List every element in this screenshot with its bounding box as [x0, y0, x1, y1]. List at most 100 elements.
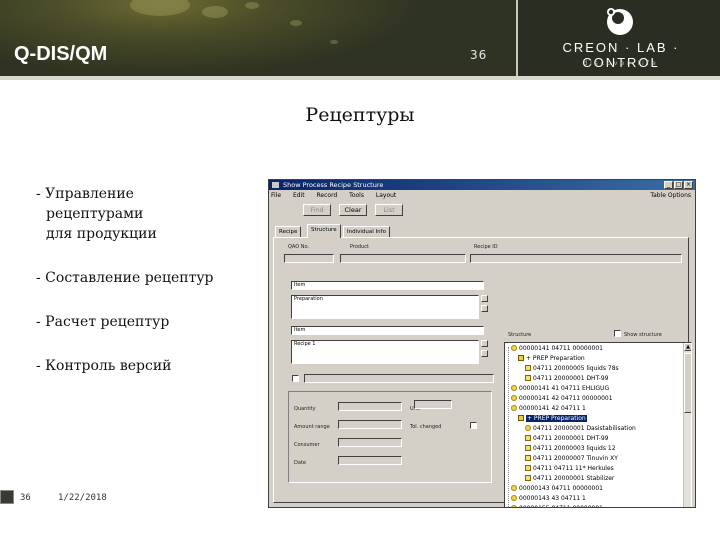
qao-no-label: QAO No.: [288, 244, 310, 250]
quantity-label: Quantity: [294, 406, 316, 412]
tree-row[interactable]: + PREP Preparation: [518, 414, 587, 424]
menu-table-options[interactable]: Table Options: [650, 192, 691, 199]
decor-drop: [130, 0, 190, 16]
tree-row[interactable]: 00000141 04711 00000001: [511, 344, 603, 354]
mat-node-icon: [525, 445, 531, 451]
maximize-button[interactable]: □: [674, 181, 683, 189]
slide-title: Рецептуры: [305, 104, 415, 126]
prep-node-icon: [518, 415, 524, 421]
tree-row-label: + PREP Preparation: [526, 415, 587, 422]
bullet-text: рецептурами: [46, 206, 144, 222]
tree-row[interactable]: 00000141 42 04711 00000001: [511, 394, 613, 404]
tree-row[interactable]: 04711 20000005 liquids 78s: [525, 364, 619, 374]
tree-row-label: 04711 04711 11* Herkules: [533, 465, 614, 472]
lot-node-icon: [511, 495, 517, 501]
item1-description-field[interactable]: Preparation: [291, 295, 479, 319]
tree-row[interactable]: 00000155 04711 00000001: [511, 504, 603, 507]
creon-logo-icon: [607, 8, 633, 35]
tree-row-label: 04711 20000001 Stabilizer: [533, 475, 615, 482]
bullet-item: - Управление рецептурами для продукции: [36, 184, 266, 244]
quantity-field[interactable]: [338, 402, 402, 411]
scroll-thumb[interactable]: [684, 353, 691, 413]
menu-file[interactable]: File: [271, 192, 281, 199]
tree-row-label: 00000141 41 04711 EHLIGUG: [519, 385, 610, 392]
tree-row[interactable]: 00000143 43 04711 1: [511, 494, 586, 504]
tree-row[interactable]: 04711 04711 11* Herkules: [525, 464, 614, 474]
lot-node-icon: [511, 395, 517, 401]
tree-row-label: 00000143 04711 00000001: [519, 485, 603, 492]
amount-range-field[interactable]: [338, 420, 402, 429]
amount-range-label: Amount range: [294, 424, 330, 430]
consumer-field[interactable]: [338, 438, 402, 447]
tree-row[interactable]: 04711 20000001 DHT-99: [525, 434, 609, 444]
tree-row-label: 04711 20000005 liquids 78s: [533, 365, 619, 372]
tree-row[interactable]: 04711 20000001 Stabilizer: [525, 474, 614, 484]
footer-slide-number: 36: [20, 493, 31, 503]
tree-row-label: + PREP Preparation: [526, 355, 585, 362]
lot-node-icon: [511, 485, 517, 491]
tree-row[interactable]: 00000141 42 04711 1: [511, 404, 586, 414]
menu-layout[interactable]: Layout: [376, 192, 396, 199]
mat-node-icon: [525, 475, 531, 481]
mat-node-icon: [525, 435, 531, 441]
tree-row[interactable]: 04711 20000003 liquids 12: [525, 444, 616, 454]
menu-edit[interactable]: Edit: [293, 192, 305, 199]
tree-guide-line: [508, 347, 509, 507]
tree-row[interactable]: + PREP Preparation: [518, 354, 585, 364]
item1-up-button[interactable]: [481, 295, 488, 302]
qao-no-field[interactable]: [284, 254, 334, 263]
tree-row[interactable]: 04711 20000007 Tinuvin XY: [525, 454, 618, 464]
menu-record[interactable]: Record: [317, 192, 338, 199]
bullet-item: - Расчет рецептур: [36, 312, 266, 332]
clear-button[interactable]: Clear: [339, 204, 367, 216]
lot-node-icon: [511, 385, 517, 391]
tree-row[interactable]: 00000143 04711 00000001: [511, 484, 603, 494]
product-field[interactable]: [340, 254, 466, 263]
show-structure-checkbox[interactable]: [614, 330, 621, 337]
header-strip: [0, 76, 720, 80]
structure-panel: QAO No. Product Recipe ID Item Preparati…: [273, 237, 692, 507]
bullet-item: - Контроль версий: [36, 356, 266, 376]
tree-row[interactable]: 00000141 41 04711 EHLIGUG: [511, 384, 609, 394]
tree-row-label: 00000143 43 04711 1: [519, 495, 586, 502]
item2-up-button[interactable]: [481, 340, 488, 347]
consumer-label: Consumer: [294, 442, 320, 448]
tol-changed-checkbox[interactable]: [470, 422, 477, 429]
menu-bar: File Edit Record Tools Layout: [271, 192, 691, 200]
scroll-up-icon[interactable]: ▲: [684, 343, 691, 351]
bullet-item: - Составление рецептур: [36, 268, 266, 288]
logo-tagline: discover life: [583, 60, 659, 67]
mat-node-icon: [525, 375, 531, 381]
item2-description-field[interactable]: Recipe 1: [291, 340, 479, 364]
find-button[interactable]: Find: [303, 204, 331, 216]
menu-tools[interactable]: Tools: [349, 192, 364, 199]
bullet-text: - Контроль версий: [36, 358, 172, 374]
recipe-structure-tree[interactable]: ▲ ▼ 00000141 04711 00000001 + PREP Prepar…: [504, 342, 692, 507]
recipe-id-field[interactable]: [470, 254, 682, 263]
decor-drop: [330, 40, 338, 44]
recipe-structure-window: Show Process Recipe Structure _ □ × File…: [268, 179, 696, 508]
date-field[interactable]: [338, 456, 402, 465]
bullet-text: - Составление рецептур: [36, 270, 214, 286]
bullet-text: - Управление: [36, 186, 134, 202]
list-button[interactable]: List: [375, 204, 403, 216]
item2-code-field[interactable]: Item: [291, 326, 484, 335]
close-button[interactable]: ×: [684, 181, 693, 189]
item2-down-button[interactable]: [481, 350, 488, 357]
mat-node-icon: [525, 365, 531, 371]
tree-row[interactable]: 04711 20000001 DHT-99: [525, 374, 609, 384]
mat-node-icon: [525, 455, 531, 461]
tree-row[interactable]: 04711 20000001 Dasistabilisation: [525, 424, 636, 434]
minimize-button[interactable]: _: [664, 181, 673, 189]
window-titlebar[interactable]: Show Process Recipe Structure _ □ ×: [269, 180, 695, 190]
tree-row-label: 04711 20000001 Dasistabilisation: [533, 425, 636, 432]
tree-scrollbar[interactable]: ▲ ▼: [683, 343, 691, 507]
lot-node-icon: [511, 505, 517, 507]
expand-checkbox[interactable]: [292, 375, 299, 382]
tab-structure[interactable]: Structure: [307, 224, 341, 238]
item1-down-button[interactable]: [481, 305, 488, 312]
decor-drop: [290, 20, 302, 26]
unit-field[interactable]: [414, 400, 452, 409]
navigation-field[interactable]: [304, 374, 494, 383]
item1-code-field[interactable]: Item: [291, 281, 484, 290]
